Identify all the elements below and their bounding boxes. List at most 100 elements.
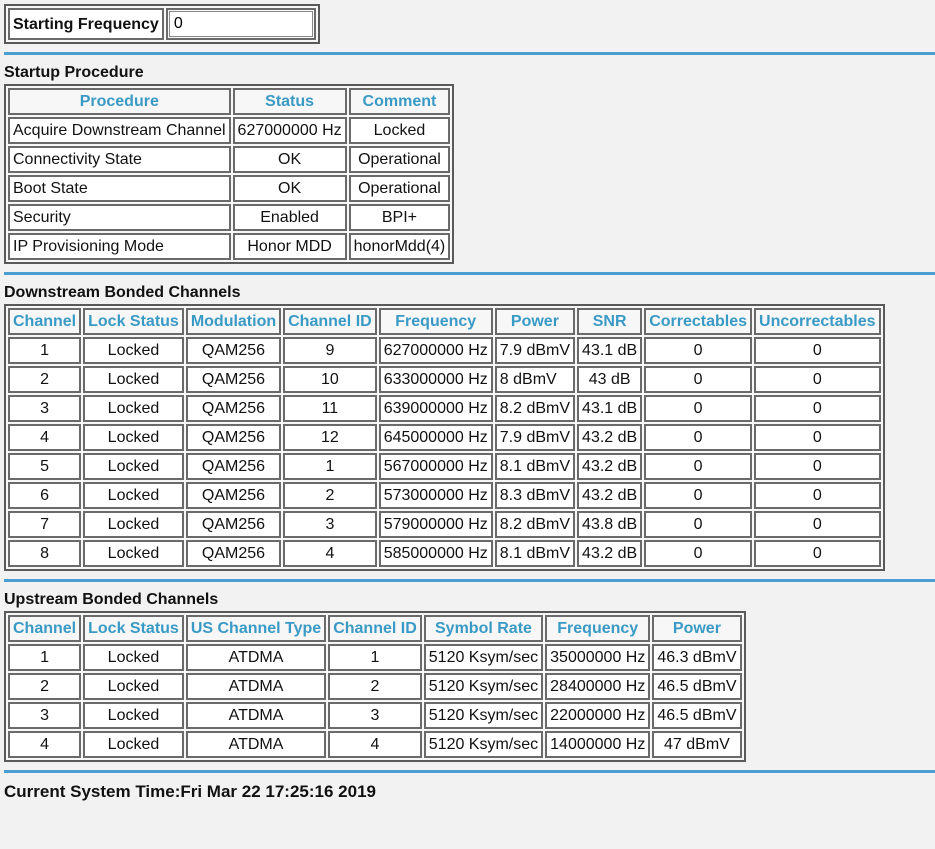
cell-channel: 1: [8, 337, 82, 364]
separator: [4, 52, 935, 55]
cell-correctables: 0: [644, 453, 753, 480]
column-header-status: Status: [232, 88, 347, 115]
column-header-comment: Comment: [348, 88, 451, 115]
cell-snr: 43.1 dB: [577, 337, 643, 364]
table-row: Boot State OK Operational: [8, 175, 451, 202]
cell-channel-id: 9: [283, 337, 377, 364]
cell-comment: Operational: [348, 175, 451, 202]
cell-snr: 43.2 dB: [577, 482, 643, 509]
starting-frequency-cell: [165, 8, 316, 40]
cell-snr: 43.2 dB: [577, 540, 643, 567]
cell-status: 627000000 Hz: [232, 117, 347, 144]
table-row: 6 Locked QAM256 2 573000000 Hz 8.3 dBmV 43.2 d…: [8, 482, 881, 509]
cell-lock-status: Locked: [83, 540, 184, 567]
cell-lock-status: Locked: [83, 366, 184, 393]
cell-power: 7.9 dBmV: [494, 337, 576, 364]
system-time-value: Fri Mar 22 17:25:16 2019: [180, 782, 376, 801]
cell-uncorrectables: 0: [754, 424, 881, 451]
cell-channel: 6: [8, 482, 82, 509]
cell-procedure: Acquire Downstream Channel: [8, 117, 231, 144]
cell-channel-id: 4: [283, 540, 377, 567]
cell-channel: 7: [8, 511, 82, 538]
cell-channel: 8: [8, 540, 82, 567]
cell-uncorrectables: 0: [754, 366, 881, 393]
cell-correctables: 0: [644, 424, 753, 451]
cell-snr: 43.2 dB: [577, 424, 643, 451]
cell-uncorrectables: 0: [754, 540, 881, 567]
cell-symbol-rate: 5120 Ksym/sec: [423, 702, 544, 729]
cell-frequency: 579000000 Hz: [378, 511, 493, 538]
cell-snr: 43 dB: [577, 366, 643, 393]
table-row: Security Enabled BPI+: [8, 204, 451, 231]
column-header-symbol-rate: Symbol Rate: [423, 615, 544, 642]
starting-frequency-input[interactable]: [168, 11, 313, 37]
table-row: 3 Locked ATDMA 3 5120 Ksym/sec 22000000 Hz 46.…: [8, 702, 742, 729]
cell-lock-status: Locked: [83, 453, 184, 480]
startup-procedure-title: Startup Procedure: [4, 64, 144, 81]
cell-correctables: 0: [644, 540, 753, 567]
cell-uncorrectables: 0: [754, 395, 881, 422]
upstream-channels-table: Channel Lock Status US Channel Type Channel…: [4, 611, 746, 762]
table-row: 2 Locked QAM256 10 633000000 Hz 8 dBmV 43 dB 0 0: [8, 366, 881, 393]
table-row: 1 Locked QAM256 9 627000000 Hz 7.9 dBmV 43.1 d…: [8, 337, 881, 364]
column-header-lock-status: Lock Status: [83, 308, 184, 335]
starting-frequency-table: Starting Frequency: [4, 4, 320, 44]
startup-procedure-table: Procedure Status Comment Acquire Downstrea…: [4, 84, 455, 264]
cell-snr: 43.8 dB: [577, 511, 643, 538]
cell-comment: Operational: [348, 146, 451, 173]
cell-frequency: 14000000 Hz: [545, 731, 651, 758]
cell-channel-id: 4: [328, 731, 422, 758]
cell-channel: 3: [8, 702, 82, 729]
cell-uncorrectables: 0: [754, 482, 881, 509]
cell-symbol-rate: 5120 Ksym/sec: [423, 644, 544, 671]
cell-modulation: QAM256: [185, 366, 282, 393]
cell-lock-status: Locked: [83, 511, 184, 538]
column-header-uncorrectables: Uncorrectables: [754, 308, 881, 335]
cell-snr: 43.2 dB: [577, 453, 643, 480]
downstream-title: Downstream Bonded Channels: [4, 284, 241, 301]
cell-us-channel-type: ATDMA: [185, 702, 327, 729]
cell-power: 8.2 dBmV: [494, 395, 576, 422]
cell-us-channel-type: ATDMA: [185, 673, 327, 700]
cell-modulation: QAM256: [185, 511, 282, 538]
cell-lock-status: Locked: [83, 731, 184, 758]
cell-channel-id: 3: [283, 511, 377, 538]
table-row: Acquire Downstream Channel 627000000 Hz Lo…: [8, 117, 451, 144]
cell-comment: honorMdd(4): [348, 233, 451, 260]
table-header-row: Channel Lock Status Modulation Channel ID Fr…: [8, 308, 881, 335]
cell-frequency: 573000000 Hz: [378, 482, 493, 509]
cell-correctables: 0: [644, 482, 753, 509]
column-header-channel-id: Channel ID: [328, 615, 422, 642]
column-header-frequency: Frequency: [545, 615, 651, 642]
column-header-power: Power: [652, 615, 742, 642]
cell-modulation: QAM256: [185, 337, 282, 364]
table-row: 4 Locked ATDMA 4 5120 Ksym/sec 14000000 Hz 47 …: [8, 731, 742, 758]
cell-channel: 2: [8, 366, 82, 393]
cell-symbol-rate: 5120 Ksym/sec: [423, 731, 544, 758]
cell-modulation: QAM256: [185, 424, 282, 451]
cell-channel-id: 2: [328, 673, 422, 700]
cell-power: 46.5 dBmV: [652, 673, 742, 700]
cell-lock-status: Locked: [83, 337, 184, 364]
cell-power: 46.5 dBmV: [652, 702, 742, 729]
cell-uncorrectables: 0: [754, 453, 881, 480]
column-header-modulation: Modulation: [185, 308, 282, 335]
column-header-channel: Channel: [8, 615, 82, 642]
cell-procedure: Boot State: [8, 175, 231, 202]
column-header-correctables: Correctables: [644, 308, 753, 335]
cell-power: 8.1 dBmV: [494, 540, 576, 567]
cell-frequency: 28400000 Hz: [545, 673, 651, 700]
cell-lock-status: Locked: [83, 673, 184, 700]
column-header-procedure: Procedure: [8, 88, 231, 115]
cell-frequency: 22000000 Hz: [545, 702, 651, 729]
cell-frequency: 567000000 Hz: [378, 453, 493, 480]
system-time: Current System Time:Fri Mar 22 17:25:16 …: [4, 782, 935, 802]
cell-correctables: 0: [644, 337, 753, 364]
cell-lock-status: Locked: [83, 702, 184, 729]
column-header-power: Power: [494, 308, 576, 335]
cell-procedure: IP Provisioning Mode: [8, 233, 231, 260]
status-page: Starting Frequency Startup Procedure Pro…: [4, 4, 935, 802]
cell-status: OK: [232, 146, 347, 173]
cell-uncorrectables: 0: [754, 511, 881, 538]
cell-procedure: Connectivity State: [8, 146, 231, 173]
